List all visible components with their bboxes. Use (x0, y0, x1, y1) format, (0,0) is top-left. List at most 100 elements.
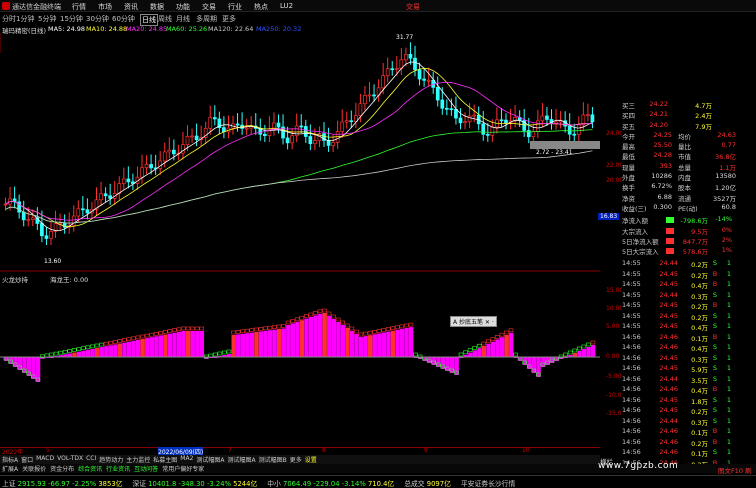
menu-zixun[interactable]: 资讯 (124, 2, 138, 12)
indicator-bar (399, 328, 405, 357)
tick-row: 14:56 24.45 5.9万 S 1 (622, 364, 732, 375)
signal-box (399, 324, 405, 329)
signal-box (335, 317, 341, 322)
menu-hangye[interactable]: 行业 (228, 2, 242, 12)
signal-box (258, 327, 264, 331)
indicator-tab[interactable]: 指标A (2, 455, 18, 464)
signal-box (135, 335, 141, 340)
period-tab-monthly[interactable]: 月线 (176, 14, 190, 24)
stat-row: 换手 6.72% 股本 1.20亿 (622, 182, 736, 193)
period-tab-more[interactable]: 更多 (222, 14, 236, 24)
indicator-bar (308, 317, 314, 357)
kline-chart[interactable] (0, 33, 622, 437)
menu-shuju[interactable]: 数据 (150, 2, 164, 12)
tick-row: 14:56 24.45 0.2万 S 1 (622, 406, 732, 417)
indicator-tab[interactable]: 测试幅图A (228, 455, 256, 464)
indicator-bar (149, 337, 154, 357)
f10-link[interactable]: 图文F10 刷 (718, 465, 752, 475)
menu-hangqing[interactable]: 行情 (72, 2, 86, 12)
tick-row: 14:56 24.46 0.1万 B 1 (622, 332, 732, 343)
indicator-tab[interactable]: 窗口 (21, 455, 33, 464)
period-tab-1min[interactable]: 1分钟 (16, 14, 34, 24)
signal-box (222, 350, 227, 355)
menu-lu2[interactable]: LU2 (280, 2, 293, 10)
indicator-bar (245, 333, 250, 357)
indicator-bar (277, 329, 282, 357)
signal-box (481, 341, 487, 346)
candle (545, 115, 549, 120)
info-tab[interactable]: 综合资讯 (78, 464, 102, 473)
indicator-tab[interactable]: CCI (86, 455, 96, 464)
indicator-tab[interactable]: 主力监控 (126, 455, 150, 464)
signal-box (144, 333, 150, 338)
candle (49, 231, 53, 239)
tick-row: 14:56 24.46 0.4万 B 1 (622, 385, 732, 396)
info-tab[interactable]: 互动问答 (134, 464, 158, 473)
indicator-tab[interactable]: MACD (36, 455, 54, 464)
indicator-tab[interactable]: MA2 (180, 455, 193, 464)
period-tab-60min[interactable]: 60分钟 (112, 14, 135, 24)
menu-shichang[interactable]: 市场 (98, 2, 112, 12)
period-tab-30min[interactable]: 30分钟 (86, 14, 109, 24)
info-tab[interactable]: 行业资讯 (106, 464, 130, 473)
trade-button[interactable]: 交易 (406, 2, 420, 12)
candle (385, 68, 390, 77)
period-tab-15min[interactable]: 15分钟 (60, 14, 83, 24)
indicator-tab[interactable]: 测试幅图B (259, 455, 287, 464)
period-tab-5min[interactable]: 5分钟 (38, 14, 56, 24)
signal-box (563, 352, 568, 357)
indicator-tab[interactable]: VOL-TDX (57, 455, 83, 464)
candle (285, 137, 290, 144)
period-tab-fenshi[interactable]: 分时 (2, 14, 16, 24)
signal-box (299, 315, 305, 320)
candle (190, 135, 194, 138)
menu-redian[interactable]: 热点 (254, 2, 268, 12)
indicator-bar (140, 339, 145, 357)
indicator-tab[interactable]: 私募主图 (153, 455, 177, 464)
indicator-bar (158, 335, 164, 357)
indicator-bar (363, 336, 368, 357)
signal-box (94, 343, 100, 348)
info-tab[interactable]: 常用户偏好专家 (162, 464, 204, 473)
tick-row: 14:55 24.45 0.2万 S 1 (622, 311, 732, 322)
signal-box (140, 334, 145, 339)
info-tab[interactable]: 扩展A (2, 464, 18, 473)
signal-box (472, 346, 477, 350)
signal-box (81, 346, 86, 351)
signal-box (276, 324, 282, 329)
indicator-bar (295, 321, 300, 357)
candle (331, 142, 335, 146)
signal-box (372, 329, 377, 334)
candle (99, 193, 103, 201)
signal-box (340, 320, 346, 325)
indicator-bar (126, 341, 132, 357)
signal-box (85, 345, 91, 350)
signal-box (117, 339, 123, 343)
ma120-label: MA120: 22.64 (208, 25, 254, 33)
indicator-popup[interactable]: A 抄底五笔 ✕ · (450, 316, 497, 327)
tick-row: 14:55 24.45 0.4万 B 1 (622, 280, 732, 291)
signal-box (149, 332, 154, 337)
indicator-tab[interactable]: 趋势动力 (99, 455, 123, 464)
indicator-bar (104, 346, 109, 357)
signal-box (285, 320, 291, 325)
indicator-tab[interactable]: 测试幅图A (196, 455, 224, 464)
period-tab-weekly[interactable]: 周线 (158, 14, 172, 24)
info-tab[interactable]: 资金分布 (50, 464, 74, 473)
date-label-7: 7 (228, 447, 232, 454)
ind-tick-15: 15.00 (606, 287, 624, 294)
candle (162, 151, 167, 162)
indicator-bar (122, 342, 127, 357)
menu-jiaoyi[interactable]: 交易 (202, 2, 216, 12)
indicator-tab[interactable]: 更多 (290, 455, 302, 464)
indicator-bar (586, 347, 591, 357)
indicator-tab[interactable]: 设置 (305, 455, 317, 464)
candle (299, 125, 304, 128)
period-tab-multi[interactable]: 多周期 (196, 14, 217, 24)
candle (344, 120, 349, 123)
info-tab[interactable]: 关联报价 (22, 464, 46, 473)
candle (535, 120, 540, 132)
candle (408, 53, 413, 59)
candle (21, 211, 26, 221)
menu-gongneng[interactable]: 功能 (176, 2, 190, 12)
